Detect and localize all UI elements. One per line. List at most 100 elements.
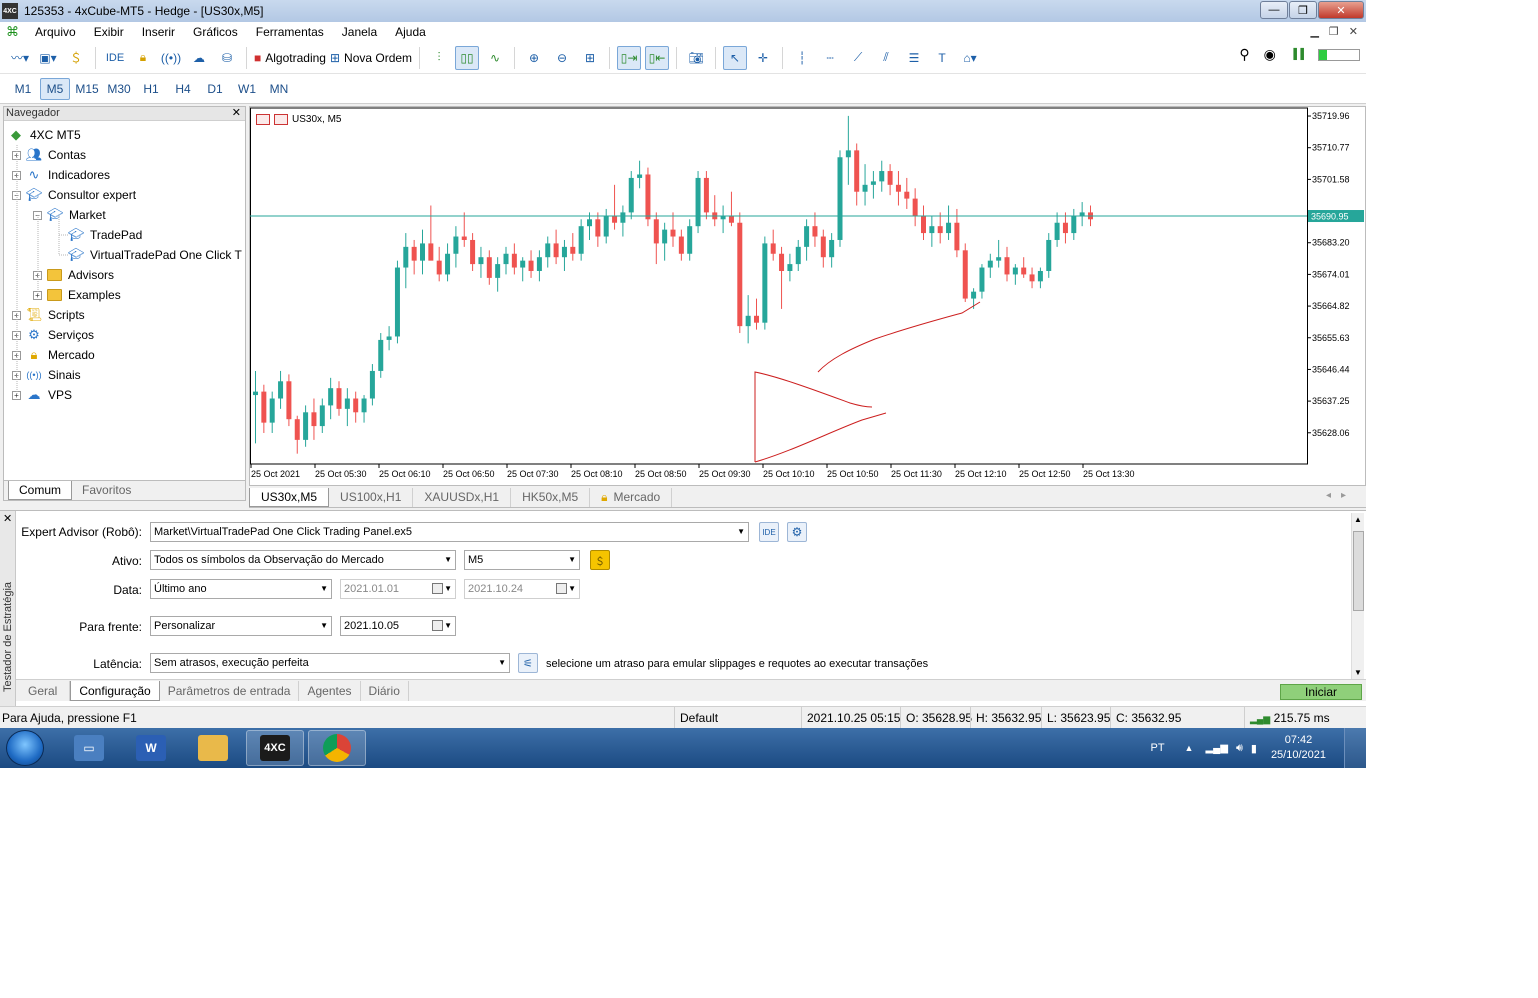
- menu-janela[interactable]: Janela: [333, 25, 386, 39]
- navigator-close-icon[interactable]: ✕: [232, 107, 241, 120]
- zoom-out-icon[interactable]: ⊖: [550, 46, 574, 70]
- network-icon[interactable]: ▂▄▆: [1205, 743, 1227, 754]
- auto-scroll-icon[interactable]: ▯⇥: [617, 45, 642, 70]
- line-chart-icon[interactable]: ∿: [483, 46, 507, 70]
- period-select[interactable]: M5 ▼: [464, 550, 580, 570]
- bar-chart-icon[interactable]: ⫶: [427, 46, 451, 70]
- new-order-button[interactable]: ⊞ Nova Ordem: [330, 46, 412, 70]
- ea-select[interactable]: Market\VirtualTradePad One Click Trading…: [150, 522, 749, 542]
- cursor-icon[interactable]: ↖: [723, 45, 748, 70]
- timeframe-w1[interactable]: W1: [232, 78, 262, 100]
- volume-icon[interactable]: 🔊︎: [1236, 742, 1243, 755]
- menu-ajuda[interactable]: Ajuda: [386, 25, 435, 39]
- chart-tab-mercado[interactable]: 🔒︎ Mercado: [590, 487, 673, 507]
- menu-graficos[interactable]: Gráficos: [184, 25, 247, 39]
- chart-tab-hk50x[interactable]: HK50x,M5: [511, 487, 591, 507]
- taskbar-word[interactable]: W: [122, 730, 180, 766]
- minimize-button[interactable]: —: [1260, 1, 1288, 19]
- taskbar-explorer[interactable]: [184, 730, 242, 766]
- status-ping[interactable]: ▂▄▆ 215.75 ms: [1244, 707, 1366, 729]
- timeframe-m15[interactable]: M15: [72, 78, 102, 100]
- text-tool-icon[interactable]: T: [930, 46, 954, 70]
- tester-tab-geral[interactable]: Geral: [16, 680, 71, 701]
- tester-scrollbar[interactable]: ▲ ▼: [1351, 513, 1364, 679]
- timeframe-m30[interactable]: M30: [104, 78, 134, 100]
- chart-shift-icon[interactable]: ▯⇤: [645, 45, 670, 70]
- mdi-minimize-icon[interactable]: ▁: [1310, 25, 1318, 38]
- tester-tab-agentes[interactable]: Agentes: [299, 680, 361, 701]
- taskbar-4xc[interactable]: 4XC: [246, 730, 304, 766]
- menu-inserir[interactable]: Inserir: [133, 25, 184, 39]
- ea-settings-gear-icon[interactable]: ⚙: [787, 522, 807, 542]
- lock-icon[interactable]: 🔒︎: [131, 46, 155, 70]
- status-profile[interactable]: Default: [674, 707, 800, 729]
- timeframe-mn[interactable]: MN: [264, 78, 294, 100]
- date-to-input[interactable]: 2021.10.24 ▼: [464, 579, 580, 599]
- chart-tab-us100x[interactable]: US100x,H1: [329, 487, 414, 507]
- show-desktop-button[interactable]: [1344, 728, 1366, 768]
- date-mode-select[interactable]: Último ano ▼: [150, 579, 332, 599]
- cloud-icon[interactable]: ☁: [187, 46, 211, 70]
- timeframe-h4[interactable]: H4: [168, 78, 198, 100]
- ide-button[interactable]: IDE: [103, 46, 127, 70]
- signals-icon[interactable]: ((•)): [159, 46, 183, 70]
- battery-icon[interactable]: ▮: [1251, 742, 1257, 755]
- wallet-icon[interactable]: ⛁: [215, 46, 239, 70]
- chart-window[interactable]: 35690.95 35719.96 35710.77 35701.58 35683.20…: [249, 106, 1366, 486]
- zoom-in-icon[interactable]: ⊕: [522, 46, 546, 70]
- chart-tab-scroll-icon[interactable]: ◂▸: [1326, 490, 1356, 501]
- date-from-input[interactable]: 2021.01.01 ▼: [340, 579, 456, 599]
- symbol-dollar-icon[interactable]: ＄: [590, 550, 610, 570]
- shapes-icon[interactable]: ⌂▾: [958, 46, 982, 70]
- screenshot-icon[interactable]: 📷︎: [684, 46, 708, 70]
- fibonacci-icon[interactable]: ☰: [902, 46, 926, 70]
- forward-date-input[interactable]: 2021.10.05 ▼: [340, 616, 456, 636]
- start-button[interactable]: [6, 730, 44, 766]
- channel-icon[interactable]: ⫽: [874, 46, 898, 70]
- horizontal-line-icon[interactable]: ┄: [818, 46, 842, 70]
- templates-icon[interactable]: ▣▾: [36, 46, 60, 70]
- tab-favoritos[interactable]: Favoritos: [72, 481, 141, 500]
- chart-menu-icon[interactable]: [256, 114, 270, 125]
- market-dollar-icon[interactable]: ＄: [64, 46, 88, 70]
- mdi-restore-icon[interactable]: ❐: [1329, 25, 1339, 38]
- timeframe-d1[interactable]: D1: [200, 78, 230, 100]
- vertical-line-icon[interactable]: ┆: [790, 46, 814, 70]
- latency-settings-icon[interactable]: ⚟: [518, 653, 538, 673]
- asset-select[interactable]: Todos os símbolos da Observação do Merca…: [150, 550, 456, 570]
- latency-select[interactable]: Sem atrasos, execução perfeita ▼: [150, 653, 510, 673]
- account-icon[interactable]: ◉: [1264, 46, 1276, 63]
- mdi-close-icon[interactable]: ✕: [1349, 25, 1358, 38]
- taskbar-remote-desktop[interactable]: ▭: [60, 730, 118, 766]
- tester-close-icon[interactable]: ✕: [3, 512, 12, 525]
- menu-arquivo[interactable]: Arquivo: [26, 25, 85, 39]
- scroll-up-icon[interactable]: ▲: [1354, 515, 1362, 524]
- close-button[interactable]: ✕: [1318, 1, 1364, 19]
- start-test-button[interactable]: Iniciar: [1280, 684, 1362, 700]
- menu-ferramentas[interactable]: Ferramentas: [247, 25, 333, 39]
- ea-ide-button[interactable]: IDE: [759, 522, 779, 542]
- show-hidden-icons-icon[interactable]: ▲: [1185, 743, 1194, 753]
- timeframe-m5[interactable]: M5: [40, 77, 70, 100]
- scroll-thumb[interactable]: [1353, 531, 1364, 611]
- candlestick-chart[interactable]: 35690.95 35719.96 35710.77 35701.58 35683.20…: [250, 107, 1365, 485]
- chart-tab-us30x[interactable]: US30x,M5: [249, 487, 330, 507]
- menu-exibir[interactable]: Exibir: [85, 25, 133, 39]
- chart-type-icon[interactable]: 〰▾: [8, 46, 32, 70]
- timeframe-h1[interactable]: H1: [136, 78, 166, 100]
- chart-tab-xauusdx[interactable]: XAUUSDx,H1: [413, 487, 512, 507]
- timeframe-m1[interactable]: M1: [8, 78, 38, 100]
- maximize-button[interactable]: ❐: [1289, 1, 1317, 19]
- crosshair-icon[interactable]: ✛: [751, 46, 775, 70]
- clock[interactable]: 07:42 25/10/2021: [1271, 733, 1326, 763]
- scroll-down-icon[interactable]: ▼: [1354, 668, 1362, 677]
- tab-comum[interactable]: Comum: [8, 481, 73, 500]
- language-indicator[interactable]: PT: [1150, 742, 1164, 754]
- candlestick-icon[interactable]: ▯▯: [455, 45, 480, 70]
- taskbar-chrome[interactable]: [308, 730, 366, 766]
- tile-windows-icon[interactable]: ⊞: [578, 46, 602, 70]
- trendline-icon[interactable]: ⟋: [846, 46, 870, 70]
- tester-tab-parametros[interactable]: Parâmetros de entrada: [160, 680, 300, 701]
- search-icon[interactable]: ⚲: [1239, 46, 1249, 63]
- tester-tab-diario[interactable]: Diário: [361, 680, 409, 701]
